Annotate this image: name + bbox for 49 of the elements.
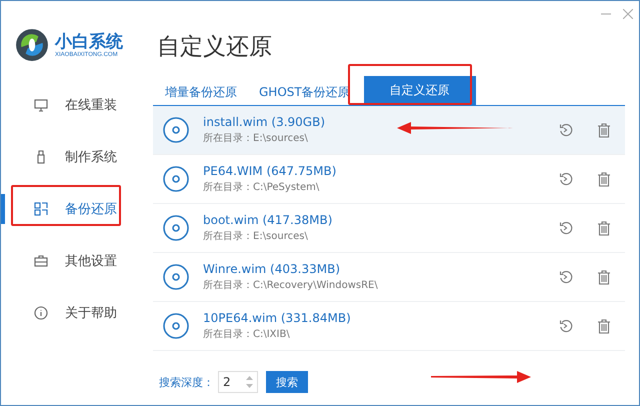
trash-icon[interactable]	[597, 220, 611, 236]
disc-icon	[163, 117, 189, 143]
page-title: 自定义还原	[157, 33, 273, 62]
restore-icon[interactable]	[559, 221, 573, 235]
disc-icon	[163, 313, 189, 339]
restore-icon[interactable]	[559, 172, 573, 186]
tab[interactable]: 增量备份还原	[157, 80, 245, 105]
trash-icon[interactable]	[597, 270, 611, 284]
file-name: boot.wim (417.38MB)	[203, 213, 332, 227]
nav-item[interactable]: 在线重装	[1, 90, 141, 120]
file-row[interactable]: PE64.WIM (647.75MB) 所在目录：C:\PeSystem\	[153, 155, 625, 204]
file-name: install.wim (3.90GB)	[203, 115, 325, 129]
info-icon	[33, 305, 49, 321]
logo-name: 小白系统	[55, 32, 123, 52]
file-name: Winre.wim (403.33MB)	[203, 262, 340, 276]
briefcase-icon	[33, 253, 49, 269]
nav-item[interactable]: 关于帮助	[1, 298, 141, 328]
file-path: 所在目录：C:\IXIB\	[203, 328, 290, 341]
trash-icon[interactable]	[597, 122, 611, 138]
file-path: 所在目录：E:\sources\	[203, 230, 308, 243]
restore-icon[interactable]	[559, 319, 573, 333]
nav-item[interactable]: 其他设置	[1, 246, 141, 276]
file-row[interactable]: install.wim (3.90GB) 所在目录：E:\sources\	[153, 106, 625, 155]
nav-item[interactable]: 备份还原	[1, 194, 141, 224]
file-path: 所在目录：E:\sources\	[203, 132, 308, 145]
file-row[interactable]: 10PE64.wim (331.84MB) 所在目录：C:\IXIB\	[153, 302, 625, 351]
logo-icon	[15, 28, 49, 62]
file-name: 10PE64.wim (331.84MB)	[203, 311, 351, 325]
nav-item[interactable]: 制作系统	[1, 142, 141, 172]
close-icon[interactable]	[623, 9, 633, 19]
search-button[interactable]: 搜索	[266, 371, 308, 393]
file-row[interactable]: Winre.wim (403.33MB) 所在目录：C:\Recovery\WindowsRE\	[153, 253, 625, 302]
file-name: PE64.WIM (647.75MB)	[203, 164, 336, 178]
tab[interactable]: GHOST备份还原	[251, 80, 358, 105]
restore-icon[interactable]	[559, 270, 573, 284]
restore-icon[interactable]	[559, 123, 573, 137]
monitor-icon	[33, 97, 49, 113]
trash-icon[interactable]	[597, 172, 611, 186]
trash-icon[interactable]	[597, 318, 611, 334]
depth-spinner[interactable]: 2	[218, 371, 258, 393]
grid-icon	[33, 201, 49, 217]
search-depth-label: 搜索深度：	[159, 374, 214, 390]
disc-icon	[163, 166, 189, 192]
tab[interactable]: 自定义还原	[364, 76, 476, 105]
file-path: 所在目录：C:\Recovery\WindowsRE\	[203, 278, 378, 292]
disc-icon	[163, 215, 189, 241]
file-row[interactable]: boot.wim (417.38MB) 所在目录：E:\sources\	[153, 204, 625, 253]
file-path: 所在目录：C:\PeSystem\	[203, 180, 320, 194]
disc-icon	[163, 264, 189, 290]
